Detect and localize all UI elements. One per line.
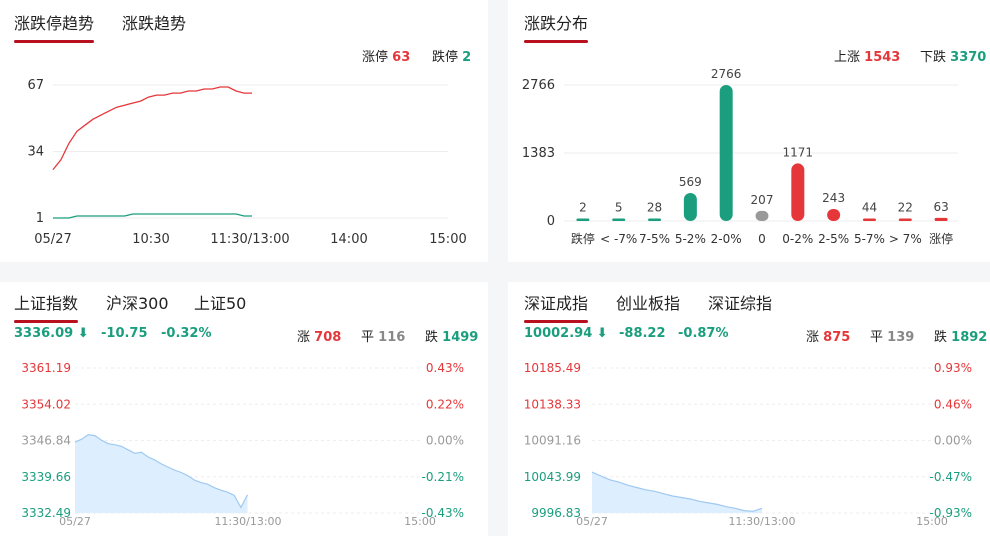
bar-8: [862, 218, 876, 221]
distribution-chart: 2766 1383 0 2 跌停 5 < -7% 28 7-5% 569 5-2% 2766 2-0% 2…: [522, 67, 958, 246]
sh-index-panel: 上证指数 沪深300 上证50 3336.09 ⬇ -10.75 -0.32% …: [0, 282, 488, 536]
x-category-label: > 7%: [889, 232, 922, 246]
bar-4: [719, 85, 733, 221]
bar-value-label: 243: [822, 191, 845, 205]
bar-value-label: 63: [933, 200, 948, 214]
index-area: [592, 472, 762, 513]
x-tick-label: 11:30/13:00: [728, 515, 795, 528]
bar-3: [683, 193, 697, 221]
left-tick-label: 9996.83: [531, 506, 581, 520]
right-tick-label: 0.00%: [934, 434, 972, 448]
limit-down-line: [53, 213, 252, 219]
x-tick-label: 15:00: [429, 232, 466, 247]
left-tick-label: 10091.16: [524, 434, 581, 448]
x-category-label: 跌停: [571, 231, 595, 246]
left-tick-label: 3354.02: [21, 397, 71, 411]
y-tick-label: 34: [27, 145, 44, 160]
distribution-panel: 涨跌分布 上涨 1543 下跌 3370 2766 1383 0 2 跌停 5 < -7% 2…: [508, 0, 990, 262]
bar-7: [827, 209, 841, 221]
x-tick-label: 15:00: [404, 515, 436, 528]
x-category-label: 2-0%: [711, 232, 742, 246]
right-tick-label: -0.21%: [422, 470, 464, 484]
bar-0: [576, 218, 590, 221]
limit-up-line: [52, 86, 252, 171]
y-tick-label: 0: [547, 214, 555, 229]
bar-value-label: 28: [647, 201, 662, 215]
left-tick-label: 3339.66: [21, 470, 71, 484]
x-category-label: 2-5%: [818, 232, 849, 246]
sz-index-chart: 10185.49 0.93% 10138.33 0.46% 10091.16 0.00% 1…: [524, 361, 972, 528]
bar-9: [898, 218, 912, 221]
x-tick-label: 11:30/13:00: [214, 515, 281, 528]
limit-trend-chart: 67 34 1 05/27 10:30 11:30/13:00 14:00 15:00: [27, 78, 466, 247]
x-category-label: 5-2%: [675, 232, 706, 246]
x-category-label: 涨停: [929, 231, 953, 246]
y-tick-label: 2766: [522, 78, 555, 93]
x-category-label: < -7%: [600, 232, 637, 246]
bar-10: [934, 217, 948, 221]
left-tick-label: 10185.49: [524, 361, 581, 375]
bar-1: [612, 218, 626, 221]
right-tick-label: 0.93%: [934, 361, 972, 375]
right-tick-label: -0.47%: [930, 470, 972, 484]
left-tick-label: 3361.19: [21, 361, 71, 375]
x-tick-label: 05/27: [59, 515, 91, 528]
y-tick-label: 67: [27, 78, 44, 93]
left-tick-label: 10138.33: [524, 397, 581, 411]
x-tick-label: 05/27: [34, 232, 71, 247]
left-tick-label: 3346.84: [21, 434, 71, 448]
sh-index-chart: 3361.19 0.43% 3354.02 0.22% 3346.84 0.00% 3339…: [21, 361, 464, 528]
bar-2: [648, 218, 662, 221]
x-tick-label: 10:30: [132, 232, 169, 247]
x-tick-label: 15:00: [916, 515, 948, 528]
left-tick-label: 10043.99: [524, 470, 581, 484]
bar-value-label: 22: [898, 201, 913, 215]
right-tick-label: 0.46%: [934, 397, 972, 411]
bar-value-label: 569: [679, 175, 702, 189]
bar-value-label: 1171: [783, 145, 814, 159]
y-tick-label: 1: [36, 211, 44, 226]
bar-value-label: 2766: [711, 67, 742, 81]
right-tick-label: 0.00%: [426, 434, 464, 448]
y-tick-label: 1383: [522, 146, 555, 161]
sz-index-panel: 深证成指 创业板指 深证综指 10002.94 ⬇ -88.22 -0.87% …: [508, 282, 990, 536]
limit-trend-panel: 涨跌停趋势 涨跌趋势 涨停 63 跌停 2 67 34 1 05/27 10:30 11:…: [0, 0, 488, 262]
bar-value-label: 5: [615, 201, 623, 215]
x-category-label: 0-2%: [782, 232, 813, 246]
x-category-label: 7-5%: [639, 232, 670, 246]
bar-6: [791, 163, 805, 221]
bar-value-label: 207: [751, 193, 774, 207]
right-tick-label: 0.43%: [426, 361, 464, 375]
x-tick-label: 05/27: [576, 515, 608, 528]
index-area: [75, 434, 248, 513]
x-category-label: 5-7%: [854, 232, 885, 246]
bar-5: [755, 210, 769, 221]
x-category-label: 0: [758, 232, 766, 246]
bar-value-label: 2: [579, 201, 587, 215]
x-tick-label: 11:30/13:00: [210, 232, 289, 247]
right-tick-label: 0.22%: [426, 397, 464, 411]
x-tick-label: 14:00: [330, 232, 367, 247]
bar-value-label: 44: [862, 201, 877, 215]
